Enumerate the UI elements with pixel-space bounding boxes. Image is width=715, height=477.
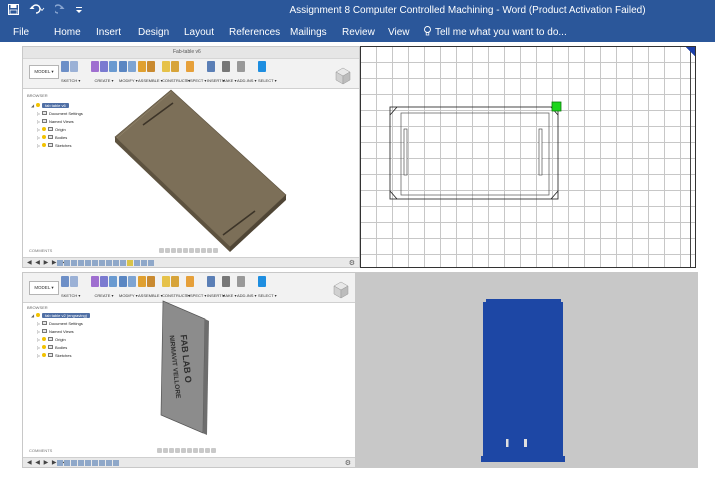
browser-header: BROWSER <box>27 305 48 310</box>
tab-insert[interactable]: Insert <box>96 26 121 40</box>
undo-icon[interactable] <box>29 3 45 19</box>
folder-icon <box>48 353 53 357</box>
fusion-tab-strip: Fab-table v6 <box>23 47 359 59</box>
tab-mailings[interactable]: Mailings <box>290 26 327 40</box>
make-group[interactable]: MAKE ▾ <box>222 61 236 87</box>
preview-canvas[interactable] <box>356 272 698 468</box>
folder-icon <box>42 329 47 333</box>
add-ins-group[interactable]: ADD-INS ▾ <box>237 61 257 87</box>
customize-quick-access-icon[interactable] <box>75 3 83 19</box>
browser-tree: ◢ fab table v6 ▷ Document Settings ▷ Named … <box>31 101 83 149</box>
tree-item[interactable]: ▷ Sketches <box>31 351 90 359</box>
window-title: Assignment 8 Computer Controlled Machini… <box>289 5 646 16</box>
folder-icon <box>48 135 53 139</box>
tab-review[interactable]: Review <box>342 26 375 40</box>
tab-layout[interactable]: Layout <box>184 26 214 40</box>
tree-item[interactable]: ▷ Document Settings <box>31 319 90 327</box>
timeline-features[interactable] <box>57 460 119 466</box>
tree-root[interactable]: ◢ fab table v6 <box>31 101 83 109</box>
fusion-screenshot-top: Fab-table v6 MODEL ▾ SKETCH ▾ CREATE ▾ M… <box>22 46 360 268</box>
engraved-plate-3d-view[interactable]: FAB LAB O NIRMAVIT VELLORE <box>153 297 243 437</box>
tell-me-text: Tell me what you want to do... <box>435 27 567 38</box>
visibility-bulb-icon[interactable] <box>36 313 40 317</box>
word-title-bar: Assignment 8 Computer Controlled Machini… <box>0 0 715 24</box>
screenshot-root: Assignment 8 Computer Controlled Machini… <box>0 0 715 477</box>
folder-icon <box>42 119 47 123</box>
board-3d-view[interactable] <box>103 85 323 260</box>
redo-icon[interactable] <box>53 3 65 19</box>
fusion-screenshot-bottom: MODEL ▾ SKETCH ▾ CREATE ▾ MODIFY ▾ ASSEM… <box>22 272 356 468</box>
page-margin <box>698 46 715 470</box>
folder-icon <box>48 345 53 349</box>
assemble-group[interactable]: ASSEMBLE ▾ <box>138 61 163 87</box>
sketch-grid-view[interactable] <box>360 46 696 268</box>
timeline-bar[interactable]: ◀ ◀ ▶ ▶ ▶ ⚙ <box>23 257 359 267</box>
create-group[interactable]: CREATE ▾ <box>91 61 117 87</box>
comments-panel-label[interactable]: COMMENTS <box>29 448 52 453</box>
folder-icon <box>48 337 53 341</box>
sketch-outline[interactable] <box>361 47 696 268</box>
fusion-toolbar: Fab-table v6 MODEL ▾ SKETCH ▾ CREATE ▾ M… <box>23 47 359 89</box>
tab-view[interactable]: View <box>388 26 410 40</box>
view-cube-icon[interactable] <box>333 281 349 299</box>
navigation-bar[interactable] <box>159 248 218 253</box>
visibility-bulb-icon[interactable] <box>36 103 40 107</box>
select-group[interactable]: SELECT ▾ <box>258 61 277 87</box>
ribbon-tabs: File Home Insert Design Layout Reference… <box>0 24 715 42</box>
workspace-dropdown[interactable]: MODEL ▾ <box>29 281 59 295</box>
quick-access-toolbar <box>8 3 83 19</box>
settings-icon <box>42 321 47 325</box>
inspect-group[interactable]: INSPECT ▾ <box>186 61 206 87</box>
tree-item[interactable]: ▷ Origin <box>31 125 83 133</box>
folder-icon <box>48 127 53 131</box>
tab-home[interactable]: Home <box>54 26 81 40</box>
tab-references[interactable]: References <box>229 26 280 40</box>
tree-item[interactable]: ▷ Bodies <box>31 343 90 351</box>
gear-icon[interactable]: ⚙ <box>345 459 351 467</box>
create-group[interactable]: CREATE ▾ <box>91 276 117 302</box>
gear-icon[interactable]: ⚙ <box>349 259 355 267</box>
tree-item[interactable]: ▷ Named Views <box>31 327 90 335</box>
sketch-group[interactable]: SKETCH ▾ <box>61 276 80 302</box>
fusion-file-tab[interactable]: Fab-table v6 <box>173 49 201 55</box>
settings-icon <box>42 111 47 115</box>
workspace-dropdown[interactable]: MODEL ▾ <box>29 65 59 79</box>
select-group[interactable]: SELECT ▾ <box>258 276 277 302</box>
modify-group[interactable]: MODIFY ▾ <box>119 276 138 302</box>
sketch-group[interactable]: SKETCH ▾ <box>61 61 80 87</box>
folder-icon <box>48 143 53 147</box>
tree-item[interactable]: ▷ Document Settings <box>31 109 83 117</box>
tab-design[interactable]: Design <box>138 26 169 40</box>
view-cube-icon[interactable] <box>335 67 351 85</box>
cut-preview-view[interactable] <box>356 272 698 468</box>
tree-item[interactable]: ▷ Bodies <box>31 133 83 141</box>
comments-panel-label[interactable]: COMMENTS <box>29 248 52 253</box>
browser-tree: ◢ fab table v2 (engraving) ▷ Document Sett… <box>31 311 91 359</box>
tree-item[interactable]: ▷ Named Views <box>31 117 83 125</box>
timeline-features[interactable] <box>57 260 154 266</box>
save-icon[interactable] <box>8 3 19 19</box>
sketch-handle[interactable] <box>551 101 562 112</box>
tab-file[interactable]: File <box>13 26 29 40</box>
lightbulb-icon <box>424 26 431 39</box>
tell-me-box[interactable]: Tell me what you want to do... <box>424 26 567 39</box>
browser-header: BROWSER <box>27 93 48 98</box>
navigation-bar[interactable] <box>157 448 216 453</box>
tree-item[interactable]: ▷ Origin <box>31 335 90 343</box>
tree-root[interactable]: ◢ fab table v2 (engraving) <box>31 311 91 319</box>
modify-group[interactable]: MODIFY ▾ <box>119 61 138 87</box>
timeline-bar[interactable]: ◀ ◀ ▶ ▶ ▶ ⚙ <box>23 457 355 467</box>
tree-item[interactable]: ▷ Sketches <box>31 141 83 149</box>
